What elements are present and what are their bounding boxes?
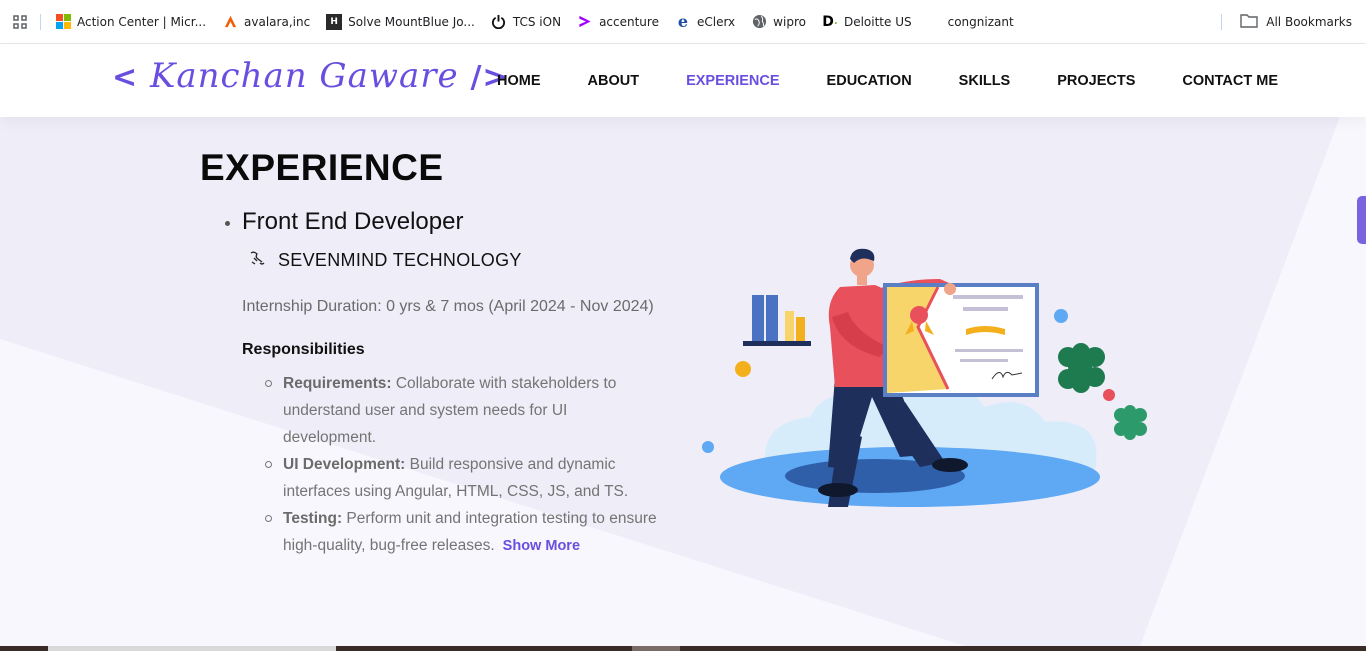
bookmark-label: avalara,inc xyxy=(244,14,311,29)
bookmark-mountblue[interactable]: H Solve MountBlue Jo... xyxy=(326,13,475,30)
bookmark-accenture[interactable]: accenture xyxy=(577,14,659,30)
main-nav: HOME ABOUT EXPERIENCE EDUCATION SKILLS P… xyxy=(497,44,1278,117)
job-title: Front End Developer xyxy=(242,208,464,235)
bookmark-label: Action Center | Micr... xyxy=(77,14,207,29)
hand xyxy=(944,283,956,295)
hackerearth-icon: H xyxy=(326,13,343,30)
microsoft-icon xyxy=(55,14,71,30)
power-icon xyxy=(491,14,507,30)
decor-flower xyxy=(1114,405,1147,440)
responsibility-label: Requirements: xyxy=(283,375,392,392)
responsibility-label: UI Development: xyxy=(283,456,406,473)
nav-experience[interactable]: EXPERIENCE xyxy=(686,73,779,89)
bookshelf xyxy=(743,295,811,346)
nav-projects[interactable]: PROJECTS xyxy=(1057,73,1135,89)
decor-dot xyxy=(1103,389,1115,401)
logo-open-bracket: < xyxy=(112,60,139,95)
experience-section: EXPERIENCE Front End Developer SEVENMIND… xyxy=(0,117,1366,646)
show-more-link[interactable]: Show More xyxy=(503,538,580,554)
company-name: SEVENMIND TECHNOLOGY xyxy=(278,250,522,270)
accenture-icon xyxy=(577,14,593,30)
site-header: < Kanchan Gaware /> HOME ABOUT EXPERIENC… xyxy=(0,44,1366,117)
bookmark-label: TCS iON xyxy=(512,14,562,29)
nav-contact-me[interactable]: CONTACT ME xyxy=(1182,73,1278,89)
certificate-illustration xyxy=(702,248,1147,507)
bookmark-eclerx[interactable]: e eClerx xyxy=(675,12,736,31)
decor-flower xyxy=(1058,343,1105,393)
responsibilities-list: Requirements: Collaborate with stakehold… xyxy=(264,370,664,560)
responsibilities-heading: Responsibilities xyxy=(242,341,365,358)
bookmark-avalara[interactable]: avalara,inc xyxy=(222,14,310,30)
decor-dot xyxy=(702,441,714,453)
bottom-strip-segment xyxy=(48,646,336,651)
responsibility-item: Testing: Perform unit and integration te… xyxy=(264,505,664,560)
bookmark-wipro[interactable]: wipro xyxy=(751,14,806,30)
bookmark-cognizant[interactable]: congnizant xyxy=(948,15,1014,29)
bookmark-label: eClerx xyxy=(696,14,736,29)
apps-grid-icon[interactable] xyxy=(0,14,40,30)
bottom-strip-segment xyxy=(632,646,680,651)
scroll-indicator[interactable] xyxy=(1357,196,1366,244)
company: SEVENMIND TECHNOLOGY xyxy=(248,249,522,272)
deloitte-icon: D. xyxy=(822,13,838,30)
bookmark-deloitte[interactable]: D. Deloitte US xyxy=(822,13,912,30)
bookmark-action-center[interactable]: Action Center | Micr... xyxy=(55,14,206,30)
nav-home[interactable]: HOME xyxy=(497,73,541,89)
responsibility-item: UI Development: Build responsive and dyn… xyxy=(264,451,664,505)
responsibility-label: Testing: xyxy=(283,510,343,527)
company-logo-icon xyxy=(248,249,266,272)
bookmark-label: accenture xyxy=(599,14,659,29)
decor-dot xyxy=(735,361,751,377)
folder-icon xyxy=(1240,13,1258,31)
certificate-frame xyxy=(883,283,1039,397)
site-logo[interactable]: < Kanchan Gaware /> xyxy=(112,56,509,96)
decor-dot xyxy=(1054,309,1068,323)
internship-duration: Internship Duration: 0 yrs & 7 mos (Apri… xyxy=(242,298,654,315)
responsibility-item: Requirements: Collaborate with stakehold… xyxy=(264,370,664,451)
avalara-icon xyxy=(222,14,238,30)
nav-skills[interactable]: SKILLS xyxy=(959,73,1011,89)
eclerx-icon: e xyxy=(677,12,689,31)
bottom-strip xyxy=(0,646,1366,651)
all-bookmarks-label: All Bookmarks xyxy=(1266,15,1352,29)
nav-about[interactable]: ABOUT xyxy=(588,73,640,89)
bookmark-tcs-ion[interactable]: TCS iON xyxy=(491,14,561,30)
logo-name: Kanchan Gaware xyxy=(149,56,459,96)
job-bullet xyxy=(225,221,230,226)
bookmarks-divider xyxy=(40,13,41,30)
nav-education[interactable]: EDUCATION xyxy=(827,73,912,89)
globe-icon xyxy=(751,14,767,30)
background-shape xyxy=(0,117,1340,646)
bookmark-label: congnizant xyxy=(947,14,1014,29)
bookmark-label: Deloitte US xyxy=(843,14,912,29)
bookmarks-bar: Action Center | Micr... avalara,inc H So… xyxy=(0,0,1366,44)
bookmark-label: wipro xyxy=(773,14,806,29)
all-bookmarks[interactable]: All Bookmarks xyxy=(1221,0,1352,44)
bookmark-label: Solve MountBlue Jo... xyxy=(348,14,475,29)
section-title: EXPERIENCE xyxy=(200,147,444,188)
bookmarks-divider xyxy=(1221,14,1223,30)
